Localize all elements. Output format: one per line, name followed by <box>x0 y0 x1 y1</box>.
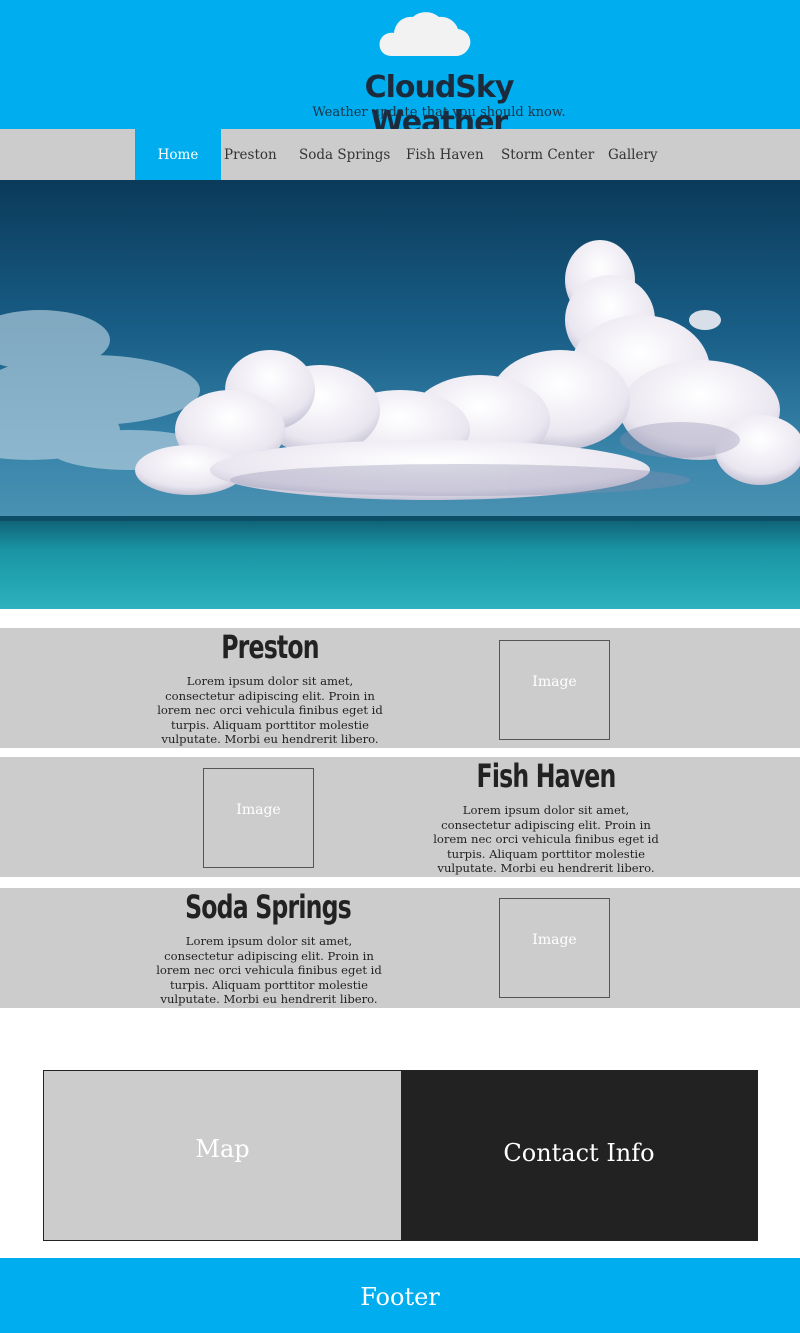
nav-item-soda-springs[interactable]: Soda Springs <box>299 129 390 180</box>
image-placeholder: Image <box>499 640 610 740</box>
footer-label: Footer <box>360 1283 440 1311</box>
contact-info-label: Contact Info <box>503 1139 655 1167</box>
nav-item-fish-haven[interactable]: Fish Haven <box>406 129 484 180</box>
hero-sky-illustration <box>0 180 800 609</box>
contact-info-panel: Contact Info <box>401 1071 757 1240</box>
image-placeholder-label: Image <box>532 674 577 690</box>
town-title: Fish Haven <box>476 757 617 795</box>
site-footer: Footer <box>0 1258 800 1333</box>
cloud-icon <box>379 12 471 56</box>
image-placeholder: Image <box>499 898 610 998</box>
town-description: Lorem ipsum dolor sit amet, consectetur … <box>433 803 659 876</box>
info-section: Map Contact Info <box>43 1070 758 1241</box>
town-title: Soda Springs <box>185 888 352 926</box>
town-title: Preston <box>221 628 319 666</box>
town-section-soda-springs: Soda Springs Lorem ipsum dolor sit amet,… <box>0 888 800 1008</box>
image-placeholder-label: Image <box>236 802 281 818</box>
town-section-preston: Preston Lorem ipsum dolor sit amet, cons… <box>0 628 800 748</box>
nav-item-preston[interactable]: Preston <box>224 129 277 180</box>
hero-image <box>0 180 800 609</box>
map-label: Map <box>195 1135 250 1163</box>
nav-item-gallery[interactable]: Gallery <box>608 129 658 180</box>
nav-item-home[interactable]: Home <box>135 129 221 180</box>
main-nav: Home Preston Soda Springs Fish Haven Sto… <box>0 129 800 180</box>
town-description: Lorem ipsum dolor sit amet, consectetur … <box>157 674 383 747</box>
nav-item-storm-center[interactable]: Storm Center <box>501 129 594 180</box>
image-placeholder: Image <box>203 768 314 868</box>
site-tagline: Weather update that you should know. <box>312 105 566 120</box>
site-header: CloudSky Weather Weather update that you… <box>0 0 800 140</box>
town-section-fish-haven: Image Fish Haven Lorem ipsum dolor sit a… <box>0 757 800 877</box>
image-placeholder-label: Image <box>532 932 577 948</box>
town-description: Lorem ipsum dolor sit amet, consectetur … <box>156 934 382 1007</box>
map-panel[interactable]: Map <box>44 1071 401 1240</box>
